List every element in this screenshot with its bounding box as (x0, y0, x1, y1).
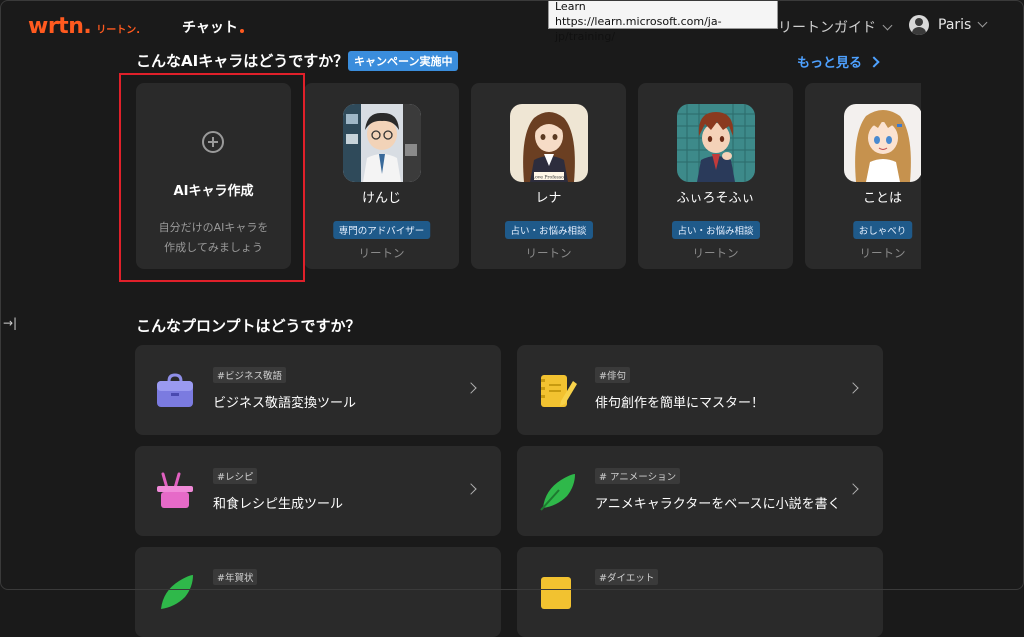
chevron-down-icon (882, 20, 893, 31)
chevron-down-icon (977, 17, 988, 27)
character-name: ふぃろそふぃ (676, 191, 755, 206)
see-more-link[interactable]: もっと見る (797, 52, 880, 71)
feather-pen-icon (540, 474, 575, 511)
tooltip-title: Learn (555, 0, 586, 13)
character-category-tag: 専門のアドバイザー (332, 221, 431, 239)
prompt-tag: #ダイエット (595, 569, 659, 585)
prompt-title: ビジネス敬語変換ツール (213, 396, 357, 411)
chevron-right-icon (847, 483, 859, 495)
see-more-label: もっと見る (797, 56, 863, 71)
guide-label: リートンガイド (778, 20, 876, 36)
tooltip-url: https://learn.microsoft.com/ja-jp/traini… (555, 15, 722, 43)
character-avatar-rena: Love Professor (510, 104, 588, 182)
character-author: リートン (692, 246, 739, 260)
prompt-tag: #年賀状 (213, 569, 258, 585)
nav-chat-label: チャット (182, 20, 238, 36)
prompt-tag: #ビジネス敬語 (213, 367, 286, 383)
green-leaf-icon (161, 575, 193, 609)
character-category-tag: 占い・お悩み相談 (671, 221, 760, 239)
character-name: けんじ (361, 191, 401, 206)
character-card-rena[interactable]: Love Professor レナ 占い・お悩み相談 リートン (471, 83, 626, 269)
guide-menu[interactable]: リートンガイド (778, 17, 893, 37)
prompt-tag: #俳句 (595, 367, 630, 383)
chopsticks-bowl-icon (157, 472, 193, 508)
prompt-card[interactable]: #ダイエット (517, 547, 883, 637)
prompt-tag: # アニメーション (595, 468, 681, 484)
character-category-tag: 占い・お悩み相談 (504, 221, 593, 239)
chevron-right-icon (465, 483, 477, 495)
character-author: リートン (859, 246, 906, 260)
character-card-kotoha[interactable]: ことは おしゃべり リートン (805, 83, 921, 269)
prompt-card[interactable]: #年賀状 (135, 547, 501, 637)
prompt-title: 和食レシピ生成ツール (213, 497, 344, 512)
nav-chat-tab[interactable]: チャット (182, 17, 244, 37)
prompt-card[interactable]: #ビジネス敬語 ビジネス敬語変換ツール (135, 345, 501, 435)
prompts-section-title: こんなプロンプトはどうですか？ (136, 317, 361, 335)
briefcase-icon (157, 373, 193, 407)
user-avatar-icon (909, 15, 929, 35)
character-name: レナ (535, 191, 562, 206)
character-avatar-philosophy (677, 104, 755, 182)
character-name: ことは (862, 191, 902, 206)
character-avatar-kotoha (844, 104, 921, 182)
prompt-title: 俳句創作を簡単にマスター！ (595, 396, 765, 411)
characters-section-title: こんなAIキャラはどうですか？ (136, 52, 349, 70)
character-author: リートン (525, 246, 572, 260)
link-tooltip: Learn https://learn.microsoft.com/ja-jp/… (548, 0, 778, 43)
character-avatar-kenji (343, 104, 421, 182)
prompt-card[interactable]: #俳句 俳句創作を簡単にマスター！ (517, 345, 883, 435)
notebook-icon (541, 577, 571, 609)
character-card-philosophy[interactable]: ふぃろそふぃ 占い・お悩み相談 リートン (638, 83, 793, 269)
prompt-card[interactable]: # アニメーション アニメキャラクターをベースに小説を書く (517, 446, 883, 536)
logo-text: wrtn. (28, 14, 92, 39)
svg-text:Love Professor: Love Professor (532, 175, 567, 181)
character-card-kenji[interactable]: けんじ 専門のアドバイザー リートン (304, 83, 459, 269)
highlight-box (119, 73, 305, 282)
top-header: wrtn. リートン. チャット リートンガイド Paris (0, 0, 1024, 52)
chevron-right-icon (868, 56, 880, 68)
character-category-tag: おしゃべり (852, 221, 913, 239)
prompt-card[interactable]: #レシピ 和食レシピ生成ツール (135, 446, 501, 536)
logo-subtext: リートン. (96, 25, 141, 36)
notebook-pencil-icon (541, 375, 577, 407)
user-name: Paris (938, 17, 972, 33)
active-dot (239, 29, 244, 33)
prompt-tag: #レシピ (213, 468, 258, 484)
campaign-badge[interactable]: キャンペーン実施中 (348, 51, 459, 71)
wrtn-logo[interactable]: wrtn. リートン. (28, 14, 140, 39)
chevron-right-icon (465, 382, 477, 394)
prompt-title: アニメキャラクターをベースに小説を書く (595, 497, 841, 512)
user-menu[interactable]: Paris (909, 15, 988, 35)
chevron-right-icon (847, 382, 859, 394)
character-author: リートン (358, 246, 405, 260)
sidebar-expand-icon[interactable]: →| (3, 316, 17, 330)
